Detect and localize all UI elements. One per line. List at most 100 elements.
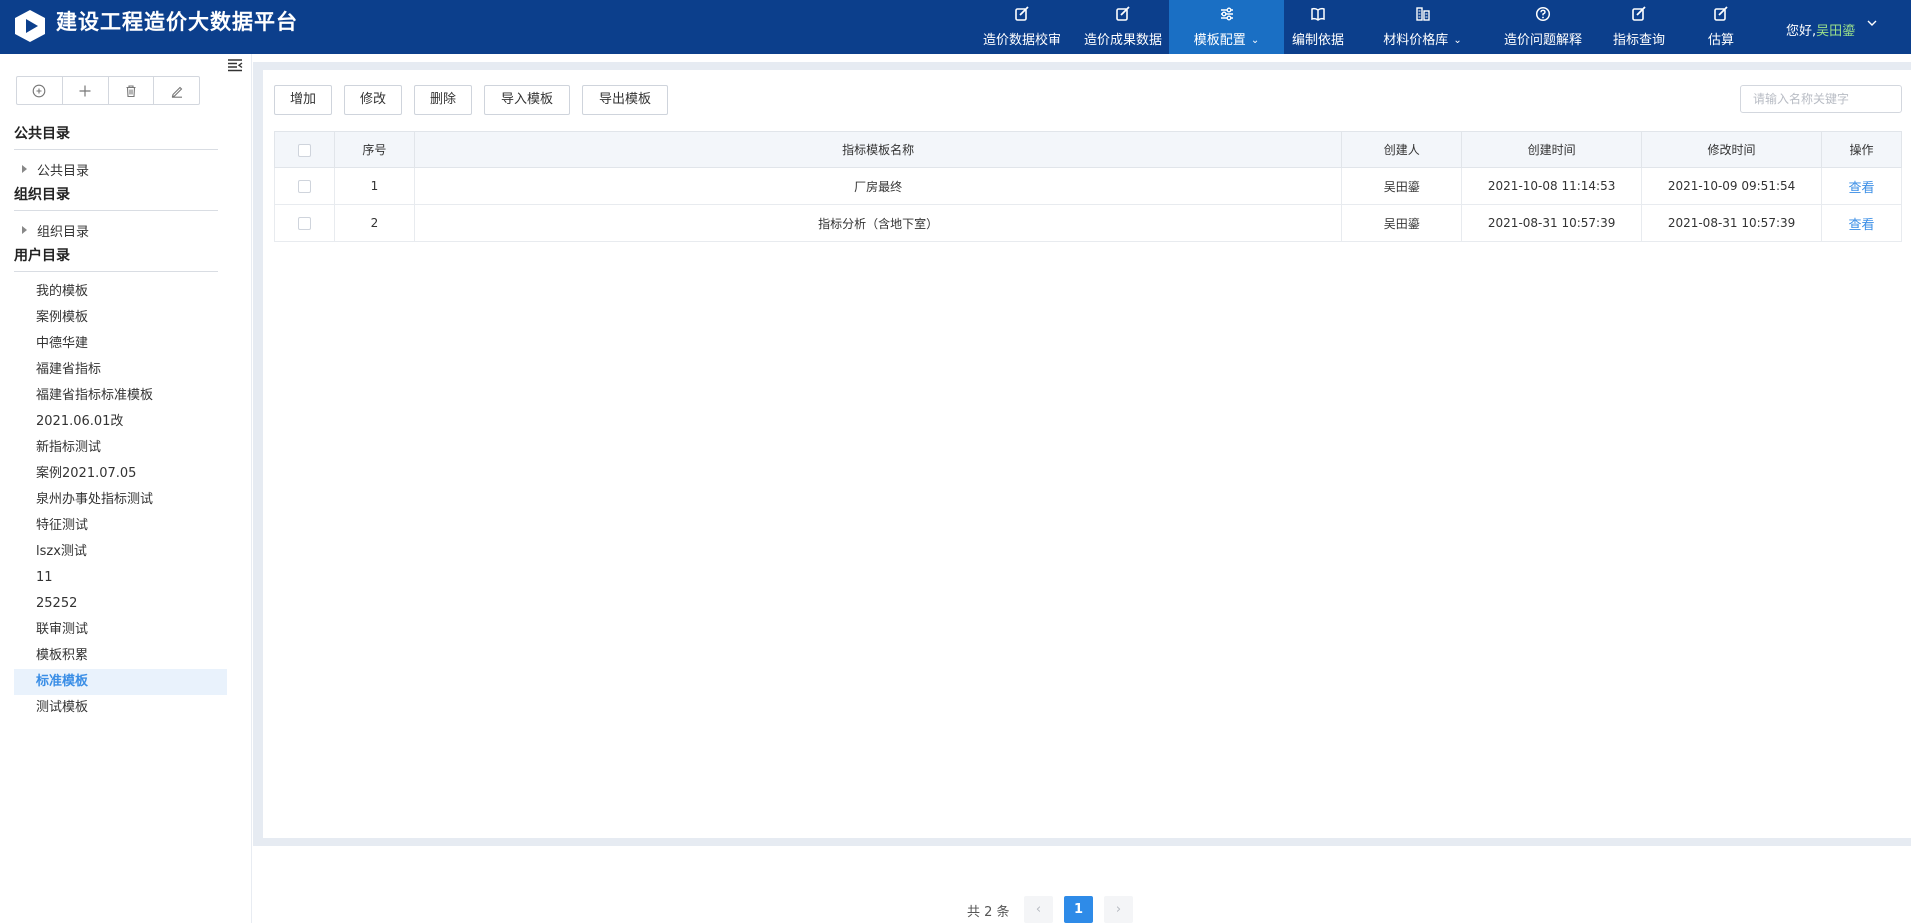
list-item[interactable]: 测试模板 — [14, 695, 227, 721]
list-item[interactable]: 案例模板 — [14, 305, 227, 331]
app-title: 建设工程造价大数据平台 — [56, 10, 298, 34]
section-title-public: 公共目录 — [14, 126, 70, 142]
list-item-selected[interactable]: 标准模板 — [14, 669, 227, 695]
section-title-user: 用户目录 — [14, 248, 70, 264]
chevron-down-icon[interactable] — [1866, 17, 1878, 29]
nav-item-template-config[interactable]: 模板配置 ⌄ — [1169, 0, 1284, 54]
list-item[interactable]: 案例2021.07.05 — [14, 461, 227, 487]
list-item[interactable]: 2021.06.01改 — [14, 409, 227, 435]
table-header-row: 序号 指标模板名称 创建人 创建时间 修改时间 操作 — [274, 131, 1902, 168]
list-item[interactable]: 我的模板 — [14, 279, 227, 305]
divider — [14, 210, 218, 211]
template-table: 序号 指标模板名称 创建人 创建时间 修改时间 操作 1 厂房最终 吴田鎏 20… — [274, 131, 1902, 242]
cell-created: 2021-10-08 11:14:53 — [1461, 167, 1643, 205]
list-item[interactable]: 中德华建 — [14, 331, 227, 357]
edit-check-icon — [1632, 6, 1646, 21]
nav-item-basis[interactable]: 编制依据 — [1284, 0, 1352, 54]
column-header: 创建人 — [1341, 131, 1463, 168]
search-input[interactable] — [1740, 85, 1902, 113]
column-header: 创建时间 — [1461, 131, 1643, 168]
column-header: 修改时间 — [1641, 131, 1822, 168]
nav-label: 造价数据校审 — [982, 33, 1061, 48]
nav-item-result-data[interactable]: 造价成果数据 — [1077, 0, 1169, 54]
greeting-prefix: 您好, — [1786, 24, 1817, 39]
edit-check-icon — [1714, 6, 1728, 21]
delete-template-button[interactable]: 删除 — [414, 85, 472, 115]
export-template-button[interactable]: 导出模板 — [582, 85, 668, 115]
nav-label: 模板配置 — [1193, 33, 1246, 48]
nav-item-material-price[interactable]: 材料价格库 ⌄ — [1370, 0, 1475, 54]
edit-check-icon — [1015, 6, 1029, 21]
list-item[interactable]: 新指标测试 — [14, 435, 227, 461]
caret-right-icon[interactable] — [22, 165, 27, 173]
nav-item-data-review[interactable]: 造价数据校审 — [967, 0, 1077, 54]
column-header: 指标模板名称 — [413, 131, 1343, 168]
view-link[interactable]: 查看 — [1848, 181, 1874, 196]
select-all-checkbox[interactable] — [297, 143, 311, 157]
user-greeting[interactable]: 您好,吴田鎏 — [1786, 20, 1855, 39]
column-header: 操作 — [1821, 131, 1902, 168]
column-header: 序号 — [333, 131, 415, 168]
table-row[interactable]: 2 指标分析（含地下室） 吴田鎏 2021-08-31 10:57:39 202… — [274, 204, 1902, 242]
nav-item-cost-faq[interactable]: 造价问题解释 — [1497, 0, 1589, 54]
row-checkbox[interactable] — [297, 180, 311, 193]
chevron-down-icon: ⌄ — [1453, 35, 1462, 46]
nav-label: 编制依据 — [1291, 33, 1344, 48]
list-item[interactable]: 25252 — [14, 591, 227, 617]
page-number-current[interactable]: 1 — [1064, 896, 1093, 923]
tree-node-org[interactable]: 组织目录 — [22, 221, 89, 240]
add-circle-button[interactable] — [17, 77, 63, 104]
user-directory-list: 我的模板 案例模板 中德华建 福建省指标 福建省指标标准模板 2021.06.0… — [14, 279, 227, 721]
edit-check-icon — [1116, 6, 1130, 21]
list-item[interactable]: 11 — [14, 565, 227, 591]
edit-template-button[interactable]: 修改 — [344, 85, 402, 115]
list-item[interactable]: 联审测试 — [14, 617, 227, 643]
sliders-icon — [1220, 7, 1233, 21]
add-template-button[interactable]: 增加 — [274, 85, 332, 115]
table-row[interactable]: 1 厂房最终 吴田鎏 2021-10-08 11:14:53 2021-10-0… — [274, 167, 1902, 205]
nav-item-estimate[interactable]: 估算 — [1697, 0, 1745, 54]
tree-node-label: 组织目录 — [37, 225, 90, 240]
directory-toolbar — [16, 76, 200, 105]
list-item[interactable]: 泉州办事处指标测试 — [14, 487, 227, 513]
nav-label: 造价成果数据 — [1083, 33, 1162, 48]
top-header: 建设工程造价大数据平台 造价数据校审 造价成果数据 模板配置 ⌄ 编制依据 材料价… — [0, 0, 1911, 54]
delete-button[interactable] — [109, 77, 155, 104]
cell-modified: 2021-08-31 10:57:39 — [1641, 204, 1822, 242]
row-select-cell — [274, 204, 335, 242]
collapse-menu-icon[interactable] — [227, 57, 243, 73]
cell-modified: 2021-10-09 09:51:54 — [1641, 167, 1822, 205]
next-page-button[interactable]: › — [1104, 896, 1133, 923]
caret-right-icon[interactable] — [22, 226, 27, 234]
select-all-cell — [274, 131, 335, 168]
view-link[interactable]: 查看 — [1848, 218, 1874, 233]
list-item[interactable]: 特征测试 — [14, 513, 227, 539]
divider — [14, 149, 218, 150]
list-item[interactable]: 模板积累 — [14, 643, 227, 669]
nav-label: 造价问题解释 — [1503, 33, 1582, 48]
import-template-button[interactable]: 导入模板 — [484, 85, 570, 115]
tree-node-public[interactable]: 公共目录 — [22, 160, 89, 179]
add-button[interactable] — [63, 77, 109, 104]
question-circle-icon — [1535, 6, 1551, 22]
edit-button[interactable] — [154, 77, 199, 104]
pen-icon — [171, 86, 182, 98]
divider — [14, 271, 218, 272]
list-item[interactable]: 福建省指标 — [14, 357, 227, 383]
add-circle-icon — [33, 84, 46, 97]
cell-action: 查看 — [1821, 167, 1902, 205]
user-name: 吴田鎏 — [1816, 24, 1856, 39]
cell-name: 指标分析（含地下室） — [413, 204, 1343, 242]
cell-no: 2 — [333, 204, 415, 242]
prev-page-button[interactable]: ‹ — [1024, 896, 1053, 923]
nav-item-index-query[interactable]: 指标查询 — [1604, 0, 1674, 54]
list-item[interactable]: lszx测试 — [14, 539, 227, 565]
plus-icon — [79, 85, 91, 96]
chevron-down-icon: ⌄ — [1250, 35, 1260, 46]
list-item[interactable]: 福建省指标标准模板 — [14, 383, 227, 409]
cell-creator: 吴田鎏 — [1341, 167, 1463, 205]
cell-action: 查看 — [1821, 204, 1902, 242]
cell-no: 1 — [333, 167, 415, 205]
row-checkbox[interactable] — [297, 217, 311, 230]
trash-icon — [126, 84, 136, 97]
